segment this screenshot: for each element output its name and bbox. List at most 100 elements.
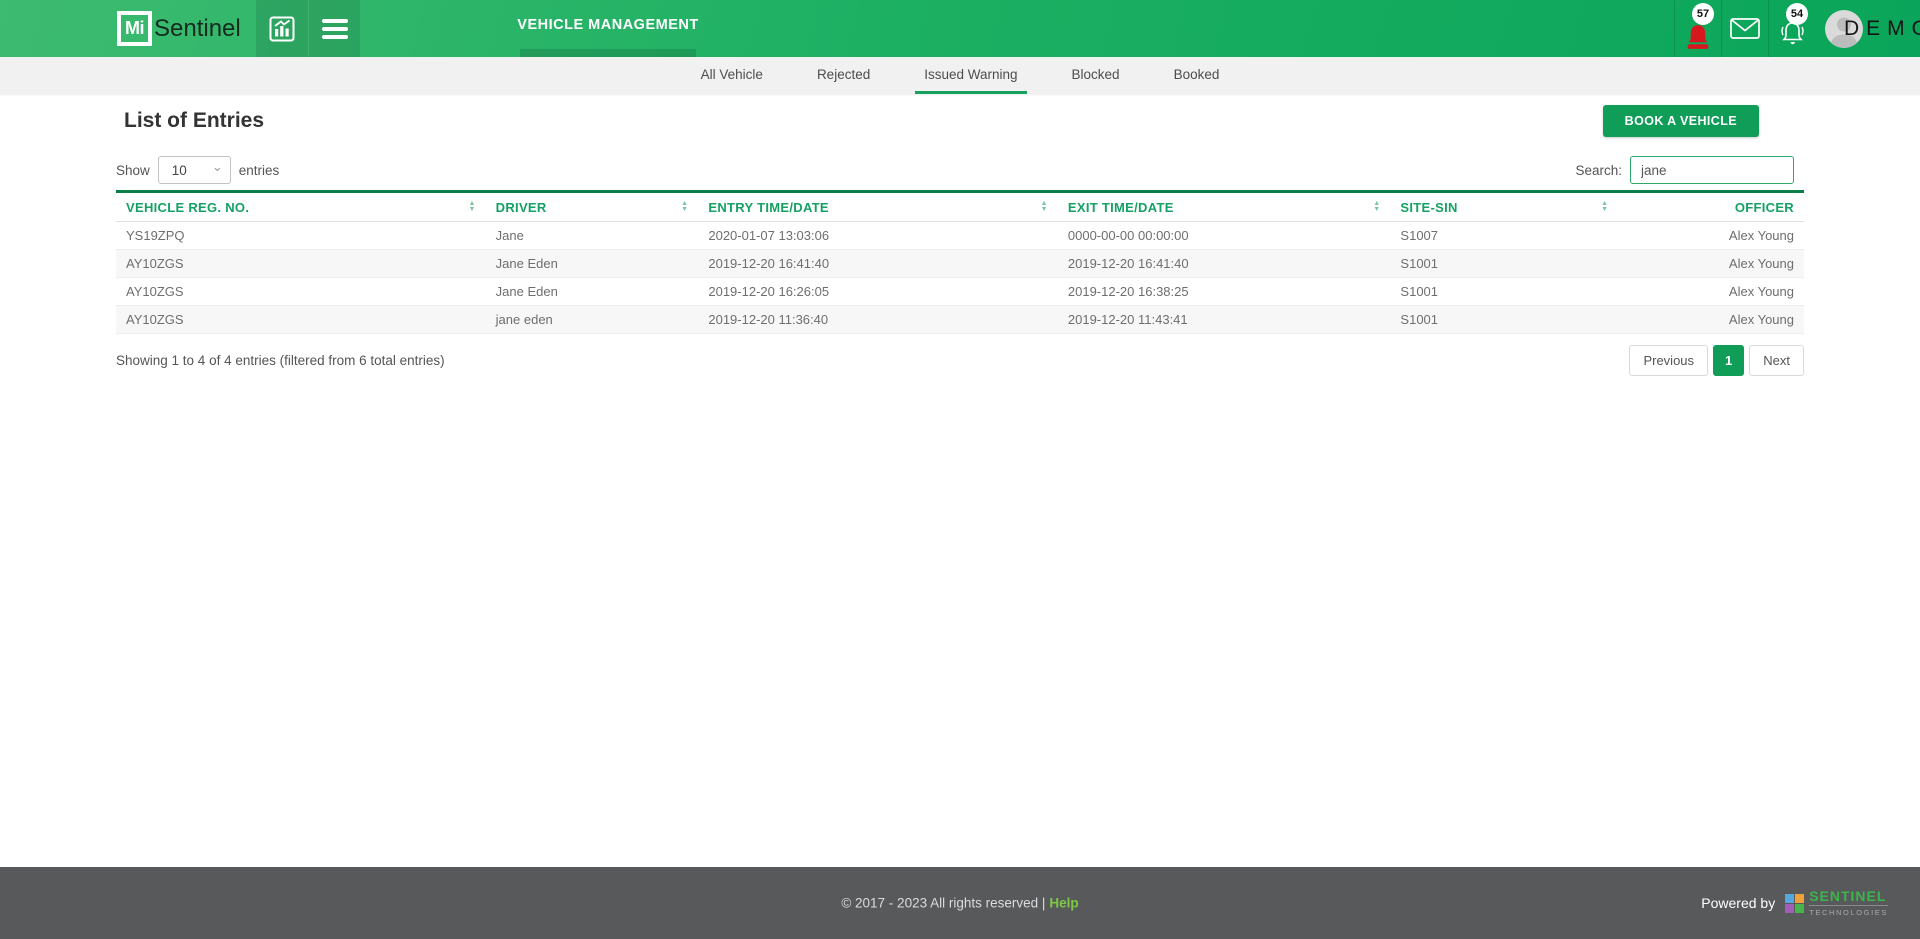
chevron-down-icon: ⌄ [211, 159, 223, 174]
sentinel-technologies-logo: SENTINEL TECHNOLOGIES [1785, 889, 1888, 917]
cell: Jane [485, 221, 699, 250]
column-label: EXIT TIME/DATE [1067, 199, 1174, 215]
cell: 2019-12-20 11:36:40 [698, 305, 1058, 334]
sort-icon: ▲ ▼ [1601, 200, 1609, 213]
cell: AY10ZGS [116, 249, 486, 278]
chart-icon [269, 16, 295, 41]
sort-icon: ▲ ▼ [468, 200, 476, 213]
cell: Alex Young [1618, 221, 1804, 250]
module-title: VEHICLE MANAGEMENT [517, 16, 699, 33]
help-link[interactable]: Help [1049, 896, 1078, 911]
copyright-label: © 2017 - 2023 All rights reserved | [841, 895, 1046, 911]
column-label: ENTRY TIME/DATE [708, 199, 829, 215]
table-row: AY10ZGS Jane Eden 2019-12-20 16:26:05 2019-… [116, 277, 1804, 306]
search-label: Search: [1575, 162, 1622, 178]
logo-mi-text: Mi [125, 18, 145, 38]
vehicle-tabs: All Vehicle Rejected Issued Warning Blocked… [0, 57, 1920, 94]
app-header: Mi Sentinel VEHICLE MANAGEMENT 57 54 DEM [0, 0, 1920, 57]
column-header-vehicle-reg-no[interactable]: VEHICLE REG. NO. ▲ ▼ [116, 191, 486, 222]
column-header-officer[interactable]: OFFICER [1618, 191, 1804, 222]
page-length-control: Show 10 ⌄ entries [116, 156, 279, 184]
hamburger-icon [321, 18, 348, 39]
cell: Jane Eden [485, 277, 699, 306]
next-page-button[interactable]: Next [1749, 345, 1804, 376]
app-footer: © 2017 - 2023 All rights reserved | Help … [0, 867, 1920, 939]
cell: YS19ZPQ [116, 221, 486, 250]
mail-icon [1730, 18, 1760, 39]
table-row: AY10ZGS jane eden 2019-12-20 11:36:40 2019-… [116, 305, 1804, 334]
messages-button[interactable] [1721, 0, 1768, 57]
notification-count-badge: 54 [1786, 3, 1808, 25]
table-info: Showing 1 to 4 of 4 entries (filtered fr… [116, 353, 445, 368]
copyright-text: © 2017 - 2023 All rights reserved | Help [0, 896, 1920, 911]
column-label: SITE-SIN [1400, 199, 1458, 215]
tab-all-vehicle[interactable]: All Vehicle [692, 57, 772, 94]
column-label: OFFICER [1734, 199, 1794, 215]
tab-booked[interactable]: Booked [1165, 57, 1229, 94]
cell: Jane Eden [485, 249, 699, 278]
table-row: AY10ZGS Jane Eden 2019-12-20 16:41:40 2019-… [116, 249, 1804, 278]
column-header-entry-time-date[interactable]: ENTRY TIME/DATE ▲ ▼ [698, 191, 1058, 222]
entries-label: entries [238, 162, 280, 178]
main-content: List of Entries BOOK A VEHICLE Show 10 ⌄… [116, 94, 1804, 376]
powered-by-label: Powered by [1701, 895, 1776, 911]
alarm-button[interactable]: 57 [1674, 0, 1721, 57]
tab-blocked[interactable]: Blocked [1063, 57, 1129, 94]
cell: Alex Young [1618, 249, 1804, 278]
page-length-select[interactable]: 10 ⌄ [157, 156, 231, 184]
cell: Alex Young [1618, 277, 1804, 306]
tab-rejected[interactable]: Rejected [808, 57, 879, 94]
table-row: YS19ZPQ Jane 2020-01-07 13:03:06 0000-00-00… [116, 221, 1804, 250]
entries-table: VEHICLE REG. NO. ▲ ▼ DRIVER ▲ ▼ ENTRY TIME/DAT… [116, 190, 1804, 334]
sentinel-brand-sub: TECHNOLOGIES [1809, 905, 1888, 917]
alarm-bell-icon [1687, 24, 1709, 49]
user-name: DEMO [1844, 16, 1920, 40]
cell: 2019-12-20 16:41:40 [1057, 249, 1391, 278]
logo-sentinel-text: Sentinel [154, 14, 241, 42]
column-header-site-sin[interactable]: SITE-SIN ▲ ▼ [1390, 191, 1619, 222]
cell: 2019-12-20 16:38:25 [1057, 277, 1391, 306]
page-title: List of Entries [124, 109, 265, 132]
search-input[interactable] [1630, 156, 1794, 184]
cell: AY10ZGS [116, 277, 486, 306]
cell: S1007 [1390, 221, 1619, 250]
sentinel-brand-name: SENTINEL [1809, 888, 1887, 904]
pagination: Previous 1 Next [1629, 345, 1804, 376]
sort-icon: ▲ ▼ [681, 200, 689, 213]
cell: S1001 [1390, 277, 1619, 306]
tab-issued-warning[interactable]: Issued Warning [915, 57, 1027, 94]
module-active-underline [520, 49, 696, 57]
cell: Alex Young [1618, 305, 1804, 334]
column-label: DRIVER [495, 199, 547, 215]
cell: S1001 [1390, 305, 1619, 334]
previous-page-button[interactable]: Previous [1629, 345, 1709, 376]
show-label: Show [116, 162, 150, 178]
column-header-driver[interactable]: DRIVER ▲ ▼ [485, 191, 699, 222]
module-nav-vehicle-management[interactable]: VEHICLE MANAGEMENT [517, 0, 699, 57]
page-1-button[interactable]: 1 [1713, 345, 1745, 376]
cell: 2020-01-07 13:03:06 [698, 221, 1058, 250]
sort-icon: ▲ ▼ [1040, 200, 1048, 213]
column-header-exit-time-date[interactable]: EXIT TIME/DATE ▲ ▼ [1057, 191, 1391, 222]
notifications-button[interactable]: 54 [1768, 0, 1815, 57]
dashboard-button[interactable] [256, 0, 308, 57]
column-label: VEHICLE REG. NO. [126, 199, 250, 215]
header-actions: 57 54 DEM [1674, 0, 1920, 57]
book-a-vehicle-button[interactable]: BOOK A VEHICLE [1602, 105, 1759, 137]
user-menu[interactable]: DEMO [1844, 0, 1920, 57]
cell: AY10ZGS [116, 305, 486, 334]
alarm-count-badge: 57 [1692, 3, 1714, 25]
table-header-row: VEHICLE REG. NO. ▲ ▼ DRIVER ▲ ▼ ENTRY TIME/DAT… [116, 191, 1804, 222]
cell: jane eden [485, 305, 699, 334]
cell: S1001 [1390, 249, 1619, 278]
cell: 2019-12-20 11:43:41 [1057, 305, 1391, 334]
sort-icon: ▲ ▼ [1373, 200, 1381, 213]
page-length-value: 10 [171, 162, 187, 178]
sentinel-squares-icon [1785, 893, 1805, 913]
cell: 0000-00-00 00:00:00 [1057, 221, 1391, 250]
brand-logo: Mi Sentinel [117, 0, 241, 57]
powered-by: Powered by SENTINEL TECHNOLOGIES [1701, 889, 1888, 917]
cell: 2019-12-20 16:41:40 [698, 249, 1058, 278]
menu-button[interactable] [308, 0, 360, 57]
search-control: Search: [1575, 156, 1794, 184]
